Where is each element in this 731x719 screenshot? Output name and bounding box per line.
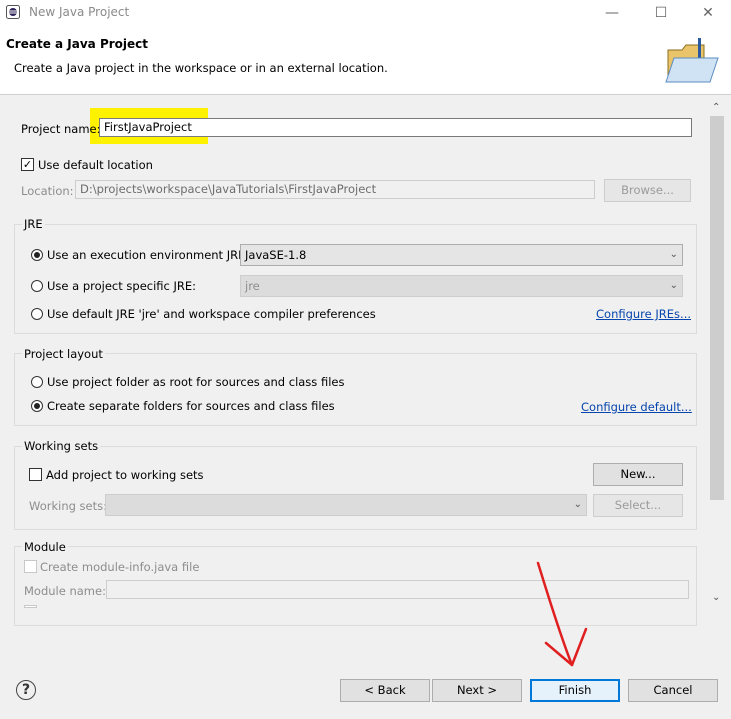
layout-root-radio[interactable]: [31, 376, 43, 388]
exec-env-label: Use an execution environment JRE:: [47, 248, 250, 262]
project-layout-group-title: Project layout: [22, 347, 105, 361]
window-title: New Java Project: [29, 5, 130, 19]
project-name-input[interactable]: FirstJavaProject: [99, 118, 692, 137]
specific-jre-radio[interactable]: [31, 280, 43, 292]
close-icon[interactable]: ✕: [698, 4, 718, 22]
module-name-input[interactable]: [106, 580, 689, 599]
use-default-location-label: Use default location: [38, 158, 153, 172]
exec-env-radio[interactable]: [31, 249, 43, 261]
create-module-info-checkbox[interactable]: [24, 560, 37, 573]
browse-button[interactable]: Browse...: [604, 179, 691, 202]
project-layout-group: [14, 353, 697, 426]
folder-icon: [665, 38, 719, 83]
location-label: Location:: [21, 184, 74, 198]
configure-jres-link[interactable]: Configure JREs...: [596, 307, 691, 321]
maximize-icon[interactable]: ☐: [651, 4, 671, 22]
add-to-working-sets-label: Add project to working sets: [46, 468, 204, 482]
layout-separate-radio[interactable]: [31, 400, 43, 412]
working-sets-select[interactable]: ⌄: [105, 494, 587, 516]
create-module-info-label: Create module-info.java file: [40, 560, 200, 574]
chevron-down-icon: ⌄: [573, 499, 582, 510]
default-jre-radio[interactable]: [31, 308, 43, 320]
exec-env-value: JavaSE-1.8: [245, 248, 307, 262]
chevron-down-icon: ⌄: [669, 249, 678, 260]
default-jre-label: Use default JRE 'jre' and workspace comp…: [47, 307, 376, 321]
partial-checkbox: [24, 605, 37, 608]
cancel-button[interactable]: Cancel: [628, 679, 718, 702]
page-title: Create a Java Project: [6, 37, 149, 51]
module-name-label: Module name:: [24, 584, 106, 598]
jre-group-title: JRE: [22, 217, 45, 231]
configure-default-link[interactable]: Configure default...: [581, 400, 692, 414]
layout-root-label: Use project folder as root for sources a…: [47, 375, 345, 389]
chevron-down-icon: ⌄: [669, 280, 678, 291]
next-button[interactable]: Next >: [432, 679, 522, 702]
add-to-working-sets-checkbox[interactable]: [29, 468, 42, 481]
minimize-icon[interactable]: —: [602, 4, 622, 22]
eclipse-icon: [6, 5, 20, 19]
specific-jre-label: Use a project specific JRE:: [47, 279, 197, 293]
title-bar: New Java Project — ☐ ✕: [0, 0, 731, 26]
select-working-sets-button[interactable]: Select...: [593, 494, 683, 517]
location-input[interactable]: D:\projects\workspace\JavaTutorials\Firs…: [75, 180, 595, 199]
arrow-annotation: [536, 561, 588, 667]
scrollbar-thumb[interactable]: [710, 116, 724, 500]
working-sets-group-title: Working sets: [22, 439, 101, 453]
page-description: Create a Java project in the workspace o…: [14, 61, 388, 75]
back-button[interactable]: < Back: [340, 679, 430, 702]
working-sets-group: [14, 446, 697, 530]
dialog-header: Create a Java Project Create a Java proj…: [0, 26, 731, 95]
finish-button[interactable]: Finish: [530, 679, 620, 702]
help-icon[interactable]: ?: [16, 680, 36, 700]
scroll-up-icon[interactable]: ⌃: [712, 102, 720, 113]
use-default-location-checkbox[interactable]: ✓: [21, 158, 34, 171]
specific-jre-value: jre: [245, 279, 260, 293]
working-sets-label: Working sets:: [29, 499, 108, 513]
scroll-down-icon[interactable]: ⌄: [712, 592, 720, 603]
new-working-set-button[interactable]: New...: [593, 463, 683, 486]
layout-separate-label: Create separate folders for sources and …: [47, 399, 335, 413]
specific-jre-select[interactable]: jre ⌄: [240, 275, 683, 297]
project-name-label: Project name:: [21, 122, 101, 136]
exec-env-select[interactable]: JavaSE-1.8 ⌄: [240, 244, 683, 266]
module-group-title: Module: [22, 540, 68, 554]
